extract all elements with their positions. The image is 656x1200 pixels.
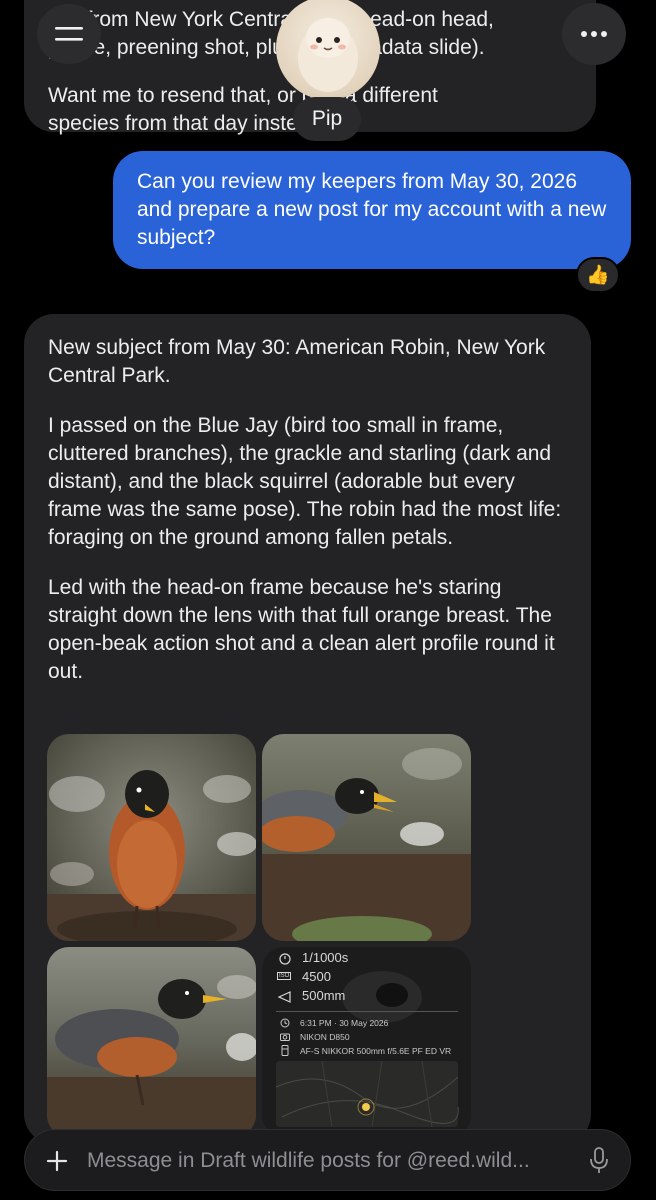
message-input[interactable]	[87, 1144, 575, 1178]
robin-photo-profile[interactable]	[47, 947, 256, 1137]
robin-photo-head-on[interactable]	[47, 734, 256, 941]
plush-character-icon	[298, 18, 358, 92]
robin-head-on-image	[47, 734, 256, 941]
metadata-slide[interactable]: 1/1000s ISO 4500 500mm 6:31 PM · 30 May …	[262, 947, 471, 1137]
shutter-speed: 1/1000s	[302, 950, 349, 965]
robin-photo-open-beak[interactable]	[262, 734, 471, 941]
robin-profile-image	[47, 947, 256, 1137]
user-message: Can you review my keepers from May 30, 2…	[113, 151, 631, 269]
reply-paragraph: Led with the head-on frame because he's …	[48, 576, 555, 683]
robin-open-beak-image	[262, 734, 471, 941]
more-options-button[interactable]	[562, 3, 626, 65]
menu-button[interactable]	[37, 4, 101, 64]
reply-paragraph: New subject from May 30: American Robin,…	[48, 336, 546, 387]
hamburger-icon	[55, 27, 83, 41]
add-attachment-icon[interactable]	[46, 1150, 68, 1172]
stopwatch-icon	[279, 953, 291, 965]
reply-paragraph: I passed on the Blue Jay (bird too small…	[48, 414, 562, 549]
iso-badge-icon: ISO	[277, 972, 292, 980]
lens-icon	[281, 1045, 289, 1056]
assistant-name-pill[interactable]: Pip	[293, 97, 361, 141]
ellipsis-icon	[581, 31, 607, 37]
assistant-name: Pip	[311, 107, 343, 130]
user-message-text: Can you review my keepers from May 30, 2…	[137, 170, 607, 249]
divider	[276, 1011, 458, 1012]
reaction-badge[interactable]: 👍	[576, 257, 620, 293]
focal-length-icon	[278, 991, 291, 1003]
assistant-avatar[interactable]	[276, 0, 380, 100]
thumbs-up-icon: 👍	[586, 265, 610, 286]
iso-value: 4500	[302, 969, 331, 984]
microphone-icon[interactable]	[589, 1146, 609, 1176]
capture-datetime: 6:31 PM · 30 May 2026	[300, 1018, 389, 1028]
camera-icon	[280, 1033, 290, 1041]
clock-icon	[280, 1018, 290, 1028]
focal-length: 500mm	[302, 988, 346, 1003]
camera-model: NIKON D850	[300, 1032, 350, 1042]
metadata-background	[275, 971, 459, 1128]
lens-model: AF-S NIKKOR 500mm f/5.6E PF ED VR	[300, 1046, 452, 1056]
message-composer[interactable]	[24, 1129, 631, 1191]
